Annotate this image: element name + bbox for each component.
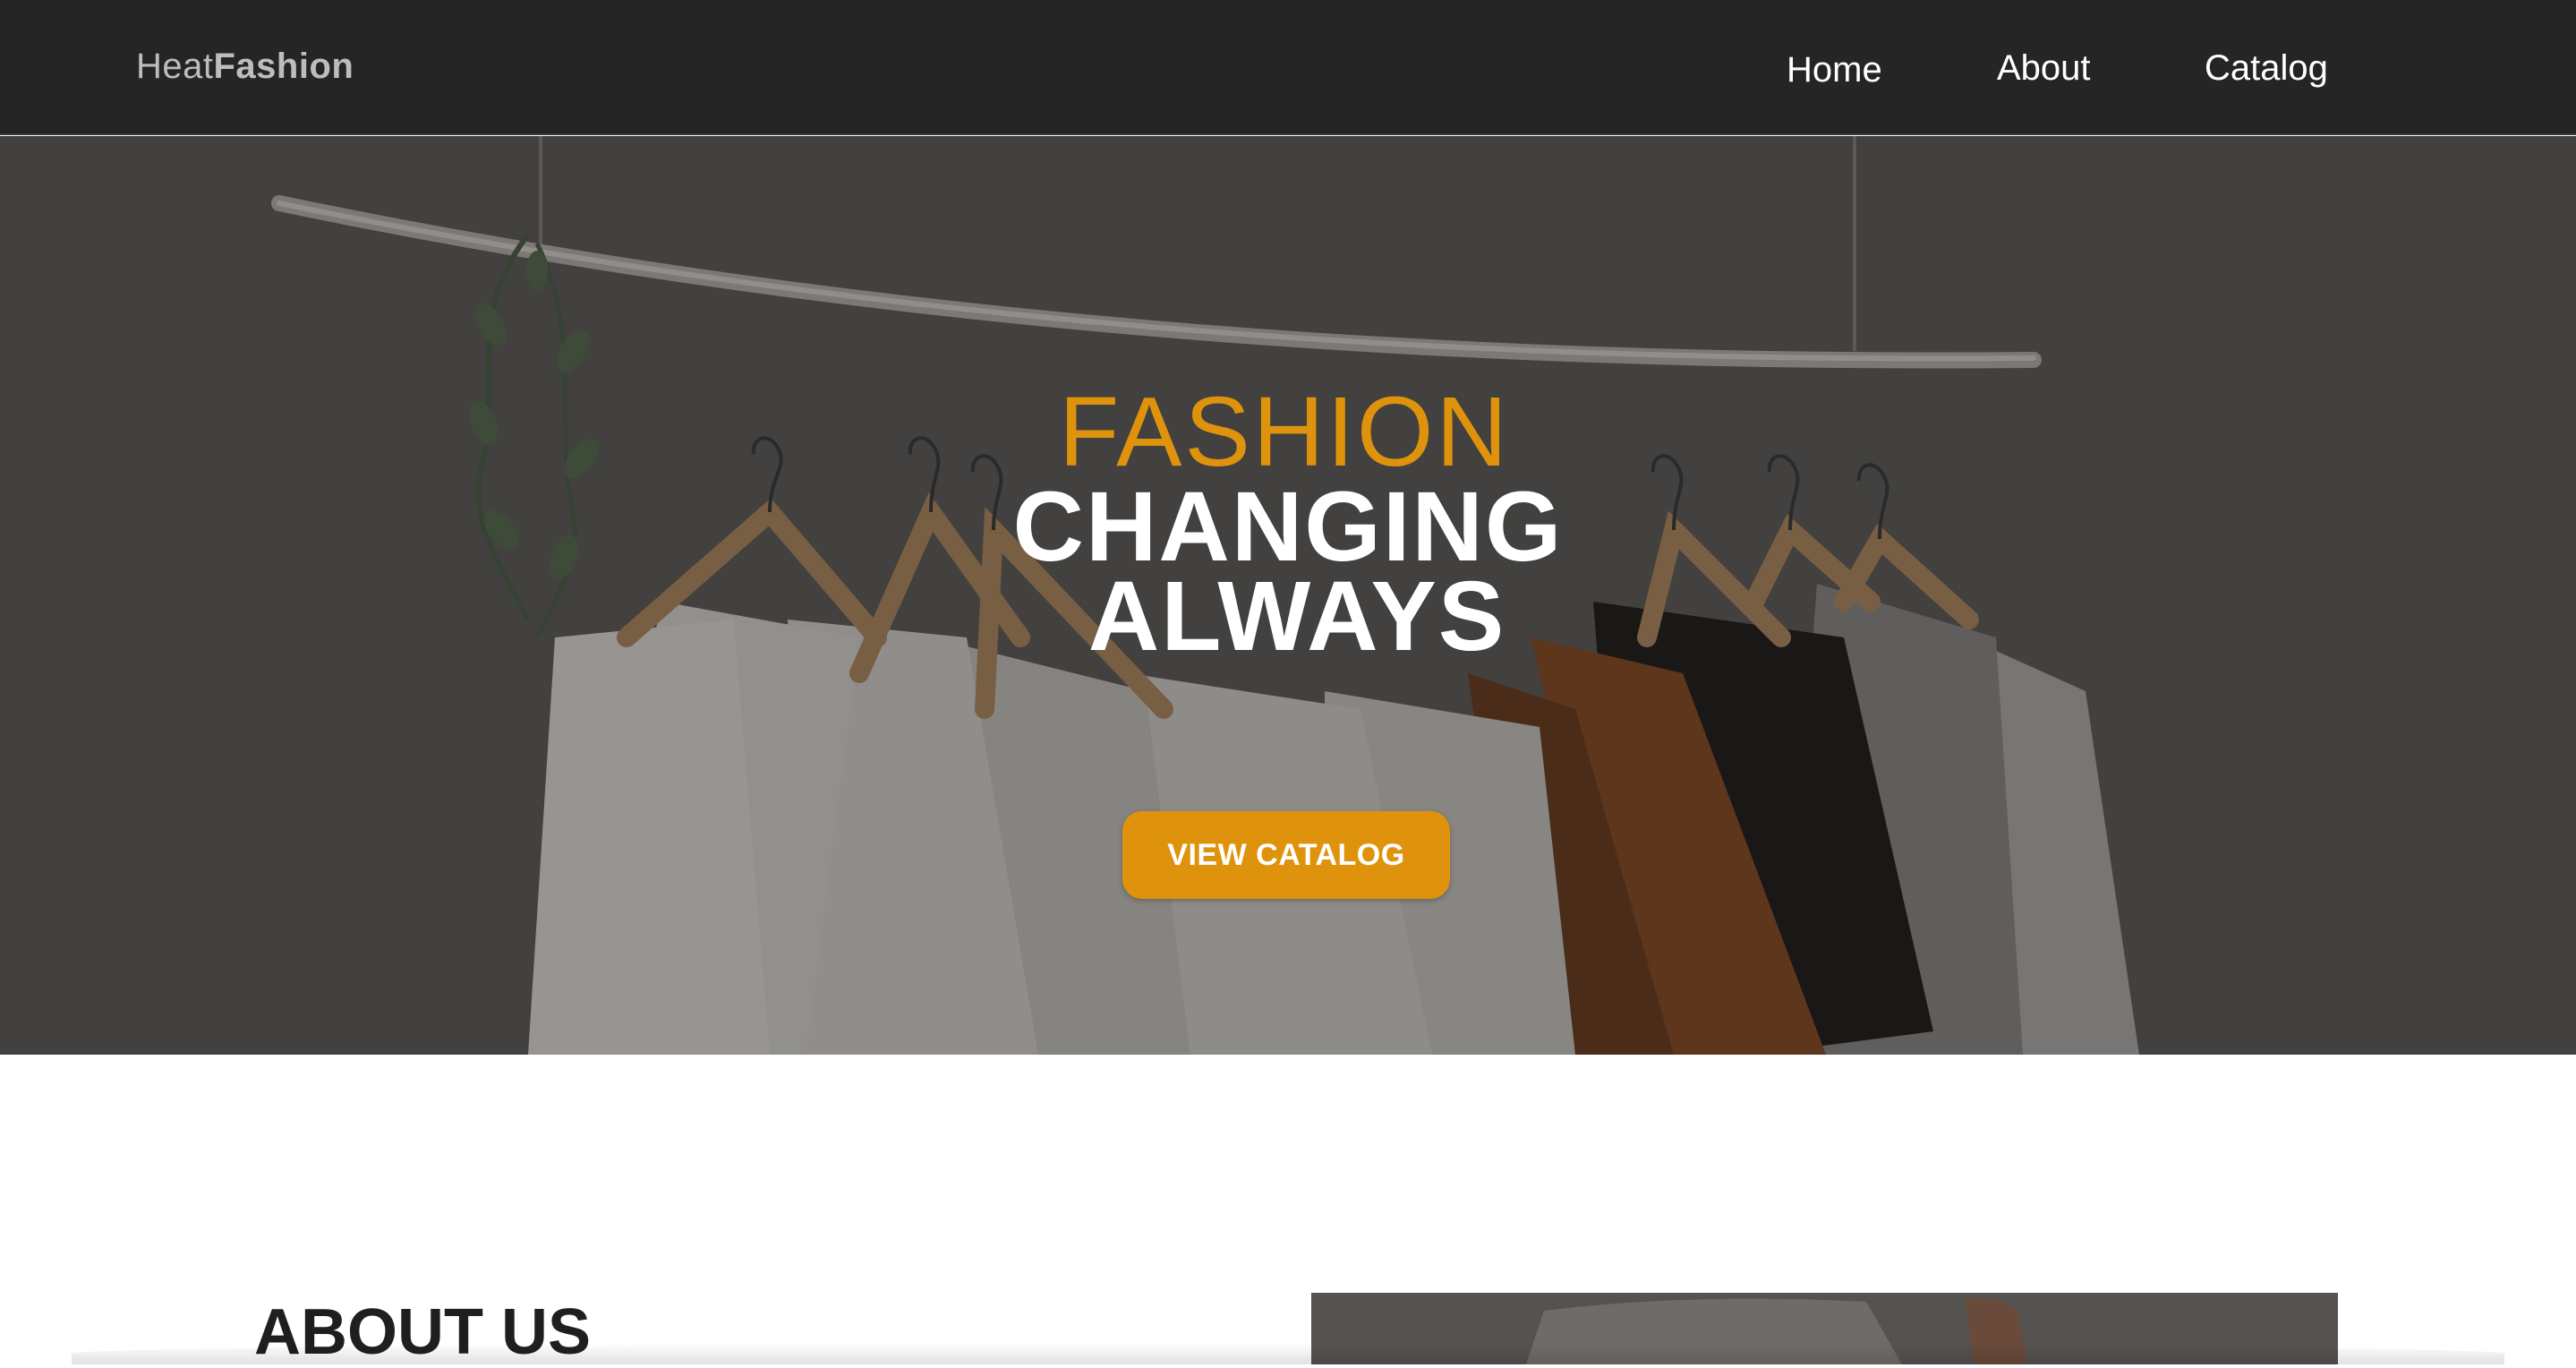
about-us-heading: ABOUT US: [254, 1296, 591, 1368]
hero-title-fashion: FASHION: [1059, 377, 1510, 487]
brand-logo[interactable]: HeatFashion: [136, 45, 354, 88]
navbar: HeatFashion Home About Catalog: [0, 0, 2576, 135]
nav-link-about[interactable]: About: [1997, 47, 2091, 90]
hero-title-always: ALWAYS: [1088, 561, 1506, 671]
hero-section: FASHION CHANGING ALWAYS VIEW CATALOG: [0, 136, 2576, 1055]
nav-link-catalog[interactable]: Catalog: [2205, 47, 2328, 90]
about-image: [1311, 1293, 2338, 1364]
brand-light-text: Heat: [136, 47, 214, 86]
view-catalog-button[interactable]: VIEW CATALOG: [1122, 811, 1450, 899]
nav-link-home[interactable]: Home: [1787, 48, 1882, 91]
brand-bold-text: Fashion: [213, 47, 354, 86]
